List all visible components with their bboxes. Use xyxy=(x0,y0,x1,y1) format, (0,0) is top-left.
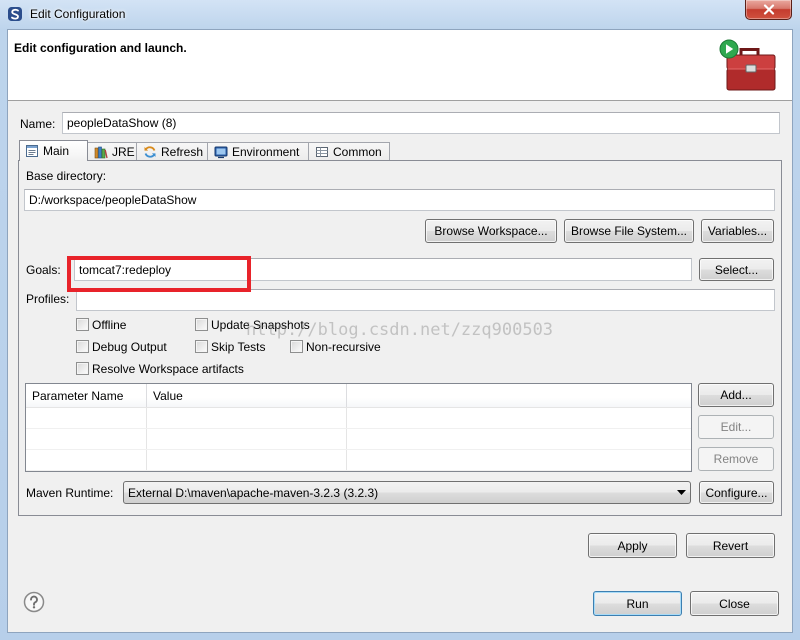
variables-button[interactable]: Variables... xyxy=(701,219,774,243)
column-header-filler xyxy=(347,384,691,407)
tab-jre[interactable]: JRE xyxy=(88,142,137,160)
offline-option[interactable]: Offline xyxy=(76,317,126,332)
add-parameter-button[interactable]: Add... xyxy=(698,383,774,407)
goals-label: Goals: xyxy=(26,263,61,277)
update-snapshots-option[interactable]: Update Snapshots xyxy=(195,317,310,332)
table-cell xyxy=(147,429,347,449)
column-header-value[interactable]: Value xyxy=(147,384,347,407)
help-icon[interactable] xyxy=(23,591,45,613)
tab-main[interactable]: Main xyxy=(19,140,88,161)
table-header: Parameter Name Value xyxy=(26,384,691,408)
environment-icon xyxy=(214,146,228,158)
table-cell xyxy=(347,429,691,449)
table-row xyxy=(26,408,691,429)
goals-select-button[interactable]: Select... xyxy=(699,258,774,281)
debug-output-option[interactable]: Debug Output xyxy=(76,339,167,354)
column-header-parameter-name[interactable]: Parameter Name xyxy=(26,384,147,407)
browse-file-system-button[interactable]: Browse File System... xyxy=(564,219,694,243)
skip-tests-label: Skip Tests xyxy=(211,339,266,354)
update-snapshots-label: Update Snapshots xyxy=(211,317,310,332)
name-label: Name: xyxy=(20,117,56,131)
skip-tests-option[interactable]: Skip Tests xyxy=(195,339,265,354)
resolve-workspace-artifacts-option[interactable]: Resolve Workspace artifacts xyxy=(76,361,244,376)
app-icon xyxy=(7,6,23,22)
configure-button[interactable]: Configure... xyxy=(699,481,774,504)
revert-button[interactable]: Revert xyxy=(686,533,775,558)
table-cell xyxy=(347,408,691,428)
resolve-workspace-artifacts-checkbox[interactable] xyxy=(76,362,89,375)
run-button[interactable]: Run xyxy=(593,591,682,616)
main-tab-icon xyxy=(26,145,38,157)
skip-tests-checkbox[interactable] xyxy=(195,340,208,353)
debug-output-checkbox[interactable] xyxy=(76,340,89,353)
profiles-label: Profiles: xyxy=(26,292,70,306)
launch-toolbox-icon xyxy=(718,38,778,94)
maven-runtime-label: Maven Runtime: xyxy=(26,486,114,500)
tab-refresh-label: Refresh xyxy=(161,144,204,159)
parameters-table[interactable]: Parameter Name Value xyxy=(25,383,692,472)
tab-main-label: Main xyxy=(43,144,70,158)
common-icon xyxy=(316,146,328,157)
apply-button[interactable]: Apply xyxy=(588,533,677,558)
table-row xyxy=(26,429,691,450)
offline-label: Offline xyxy=(92,317,127,332)
resolve-workspace-artifacts-label: Resolve Workspace artifacts xyxy=(92,361,244,376)
remove-parameter-button[interactable]: Remove xyxy=(698,447,774,471)
title-bar[interactable]: Edit Configuration xyxy=(0,0,800,29)
base-directory-label: Base directory: xyxy=(26,169,107,183)
tab-jre-label: JRE xyxy=(112,144,135,159)
table-cell xyxy=(26,408,147,428)
profiles-input[interactable] xyxy=(76,289,775,311)
offline-checkbox[interactable] xyxy=(76,318,89,331)
tab-environment-label: Environment xyxy=(232,144,300,159)
table-cell xyxy=(347,450,691,470)
window-close-button[interactable] xyxy=(745,0,792,20)
refresh-icon xyxy=(144,145,156,158)
close-button[interactable]: Close xyxy=(690,591,779,616)
table-cell xyxy=(26,450,147,470)
window-title: Edit Configuration xyxy=(30,7,126,21)
jre-icon xyxy=(94,146,108,158)
edit-parameter-button[interactable]: Edit... xyxy=(698,415,774,439)
maven-runtime-select[interactable]: External D:\maven\apache-maven-3.2.3 (3.… xyxy=(123,481,691,504)
maven-runtime-value: External D:\maven\apache-maven-3.2.3 (3.… xyxy=(128,485,379,500)
non-recursive-checkbox[interactable] xyxy=(290,340,303,353)
base-directory-input[interactable] xyxy=(24,189,775,211)
close-icon xyxy=(763,4,775,15)
non-recursive-label: Non-recursive xyxy=(306,339,381,354)
table-cell xyxy=(147,408,347,428)
non-recursive-option[interactable]: Non-recursive xyxy=(290,339,381,354)
tab-environment[interactable]: Environment xyxy=(208,142,309,160)
chevron-down-icon xyxy=(677,490,686,495)
header-title: Edit configuration and launch. xyxy=(14,41,187,55)
tab-common-label: Common xyxy=(333,144,382,159)
table-row xyxy=(26,450,691,471)
table-cell xyxy=(26,429,147,449)
browse-workspace-button[interactable]: Browse Workspace... xyxy=(425,219,557,243)
table-cell xyxy=(147,450,347,470)
goals-input[interactable] xyxy=(74,258,692,281)
name-input[interactable] xyxy=(62,112,780,134)
debug-output-label: Debug Output xyxy=(92,339,167,354)
tab-common[interactable]: Common xyxy=(309,142,390,160)
update-snapshots-checkbox[interactable] xyxy=(195,318,208,331)
tab-refresh[interactable]: Refresh xyxy=(137,142,208,160)
